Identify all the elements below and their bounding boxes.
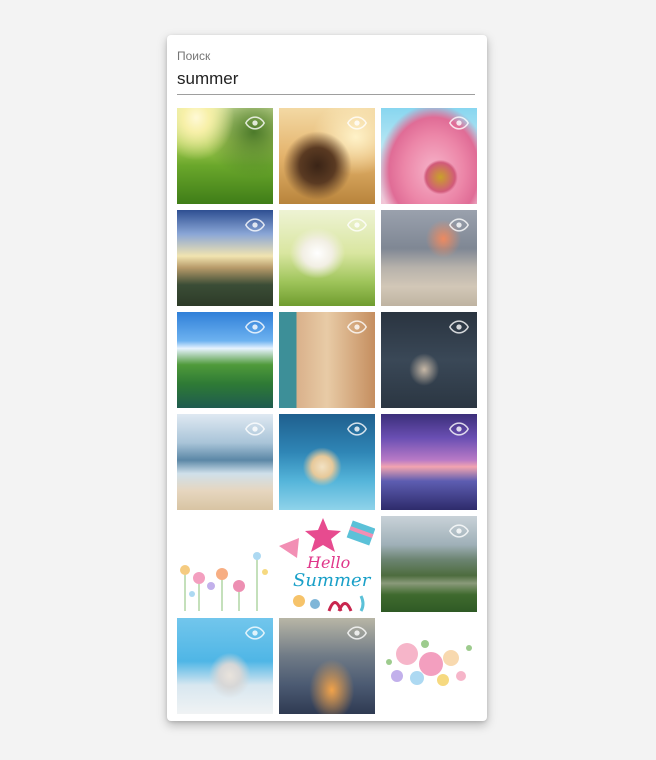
mountain-lake-image[interactable] — [381, 516, 477, 612]
girl-hat-meadow-image[interactable] — [279, 210, 375, 306]
children-image[interactable] — [381, 312, 477, 408]
eye-icon[interactable] — [449, 422, 469, 436]
summer-text: Summer — [293, 570, 372, 591]
eye-icon[interactable] — [347, 626, 367, 640]
eye-icon[interactable] — [449, 320, 469, 334]
eye-icon[interactable] — [245, 116, 265, 130]
pool-hat-image[interactable] — [177, 618, 273, 714]
eye-icon[interactable] — [245, 626, 265, 640]
eye-icon[interactable] — [449, 524, 469, 538]
sunny-meadow-image[interactable] — [177, 108, 273, 204]
search-input[interactable] — [177, 68, 475, 90]
watercolor-roses-illustration — [386, 640, 472, 686]
eye-icon[interactable] — [449, 116, 469, 130]
eye-icon[interactable] — [245, 218, 265, 232]
watercolor-flowers-image[interactable] — [177, 516, 273, 612]
beach-palm-sunset-image[interactable] — [381, 210, 477, 306]
pink-flower-image[interactable] — [381, 108, 477, 204]
boat-lake-purple-sunset-image[interactable] — [381, 414, 477, 510]
eye-icon[interactable] — [347, 320, 367, 334]
mountain-sunrays-image[interactable] — [177, 210, 273, 306]
girl-sunset-field-image[interactable] — [279, 108, 375, 204]
eye-icon[interactable] — [347, 218, 367, 232]
flowers-sunset-image[interactable] — [279, 618, 375, 714]
hello-summer-illustration: Hello Summer — [279, 518, 375, 612]
image-picker-panel: Поиск summer Hello Summer — [167, 35, 487, 721]
eye-icon[interactable] — [449, 218, 469, 232]
search-label: Поиск — [177, 49, 211, 63]
eye-icon[interactable] — [347, 116, 367, 130]
watercolor-flowers-illustration — [180, 552, 268, 611]
search-field[interactable]: Поиск — [177, 49, 475, 95]
eye-icon[interactable] — [245, 320, 265, 334]
lake-hills-image[interactable] — [177, 312, 273, 408]
ice-cream-image[interactable] — [279, 414, 375, 510]
watercolor-roses-image[interactable] — [381, 618, 477, 714]
cafe-street-image[interactable] — [279, 312, 375, 408]
search-underline — [177, 94, 475, 95]
eye-icon[interactable] — [245, 422, 265, 436]
woman-beach-image[interactable] — [177, 414, 273, 510]
eye-icon[interactable] — [347, 422, 367, 436]
hello-summer-image[interactable]: Hello Summer — [279, 516, 375, 612]
